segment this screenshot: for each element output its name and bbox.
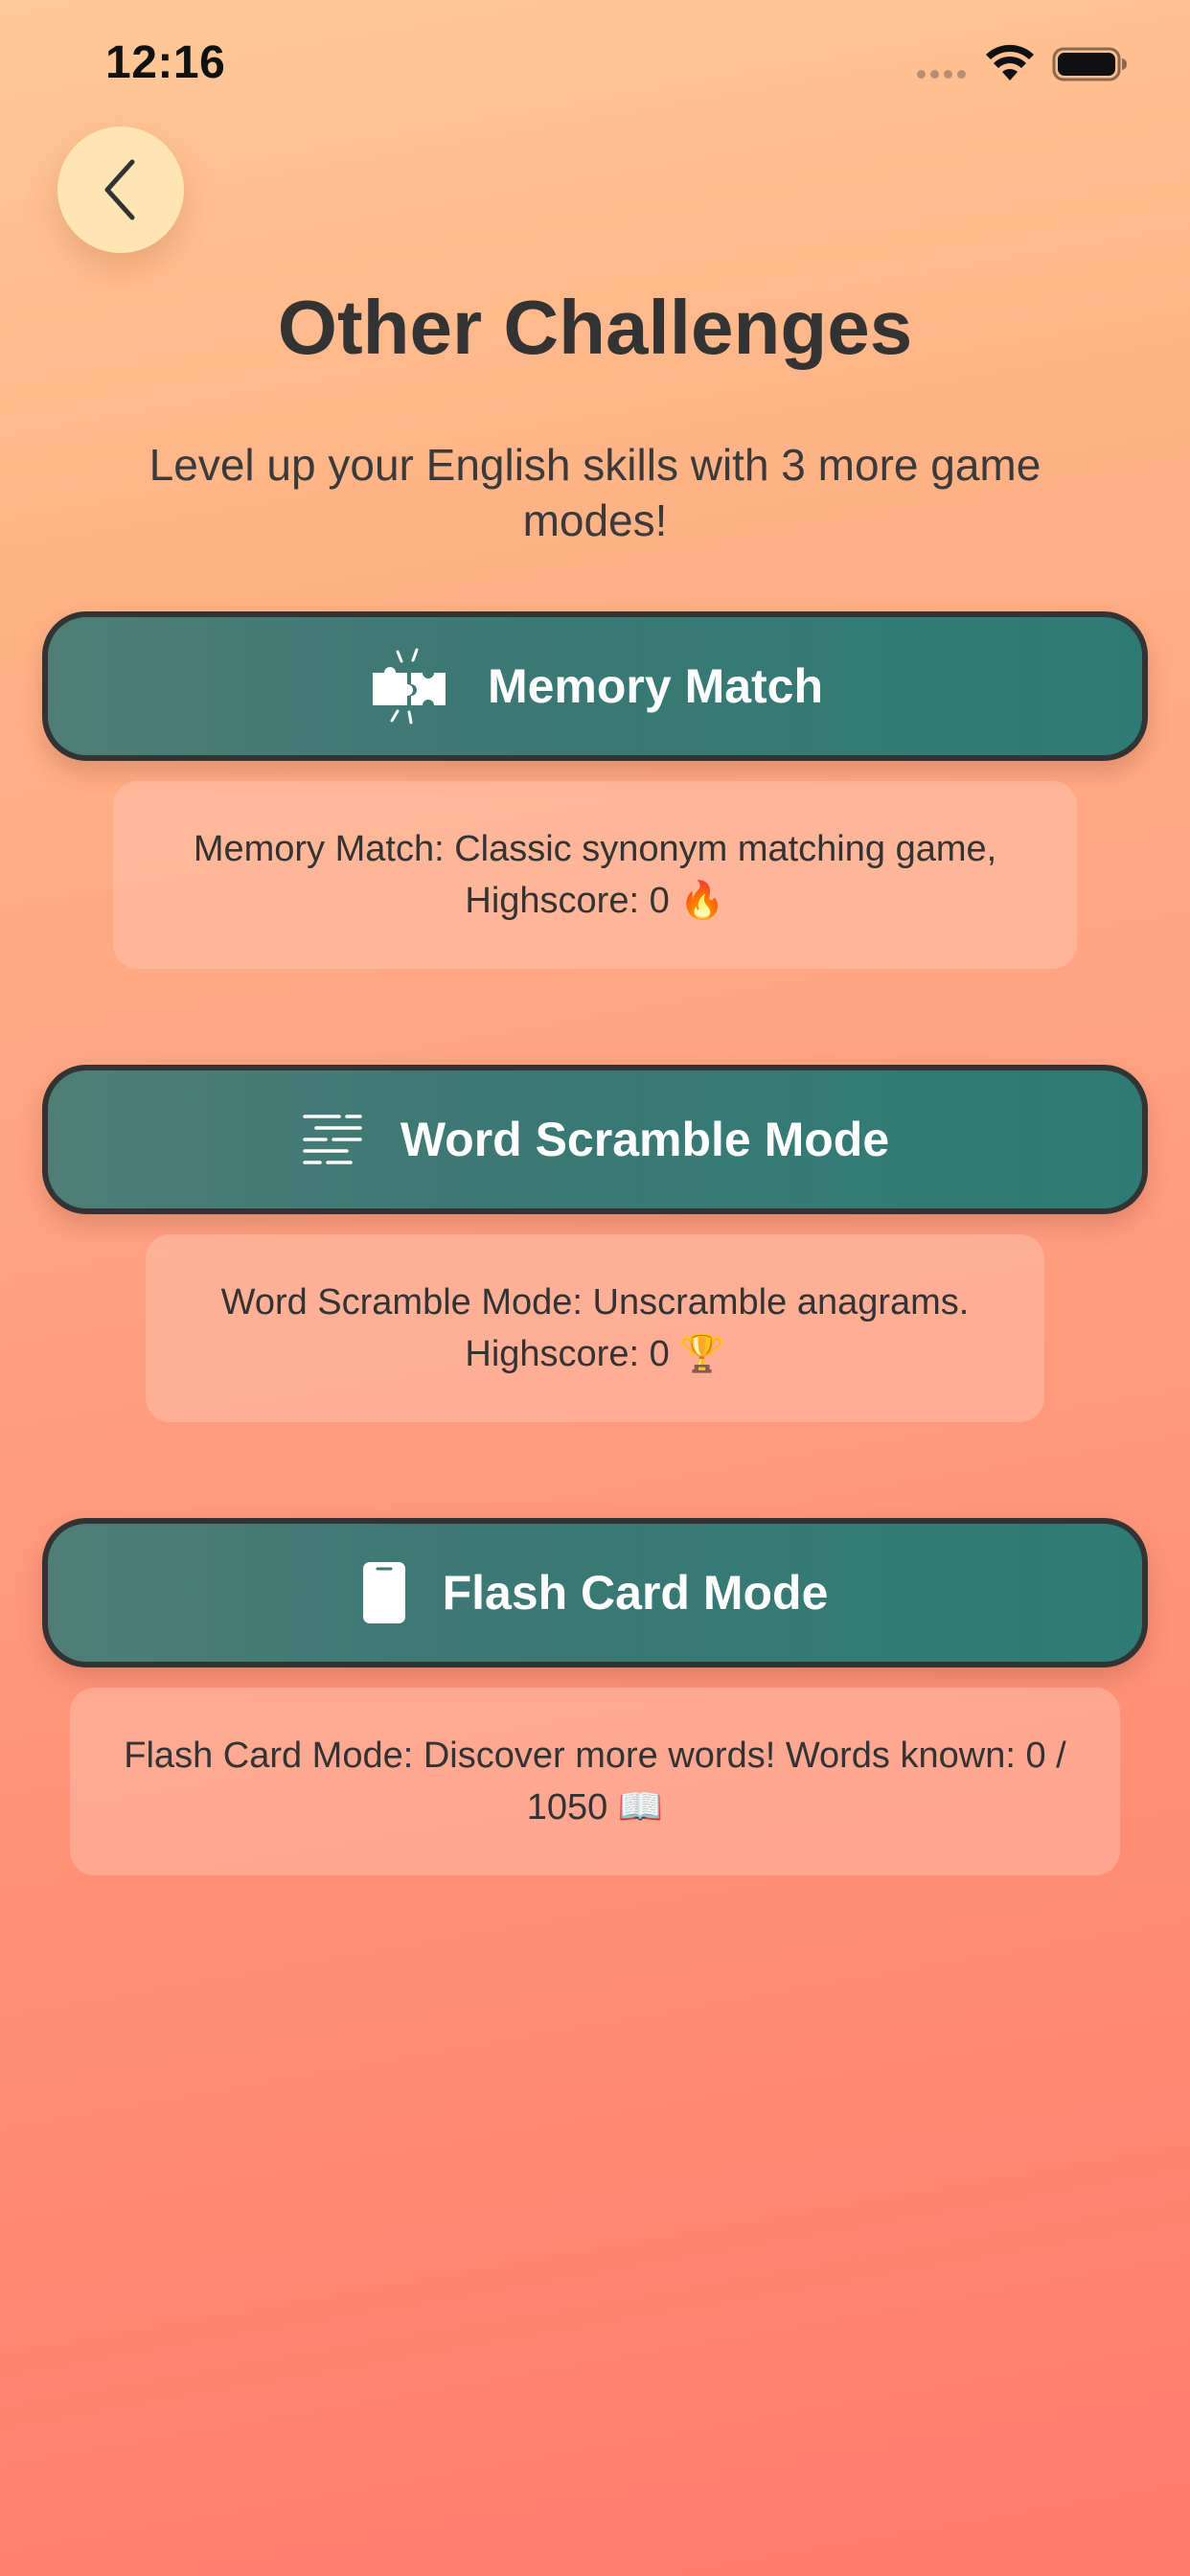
flash-card-button[interactable]: Flash Card Mode [42,1518,1148,1668]
puzzle-pieces-icon [367,648,451,724]
status-bar: 12:16 [0,0,1190,134]
cellular-signal-icon [917,70,966,79]
word-scramble-label: Word Scramble Mode [400,1113,890,1166]
flash-card-description-text: Flash Card Mode: Discover more words! Wo… [124,1736,1066,1828]
word-scramble-description-text: Word Scramble Mode: Unscramble anagrams.… [220,1282,970,1374]
memory-match-description: Memory Match: Classic synonym matching g… [113,781,1077,969]
word-scramble-button[interactable]: Word Scramble Mode [42,1065,1148,1214]
chevron-left-icon [104,159,135,220]
page-subtitle: Level up your English skills with 3 more… [149,440,1041,545]
page-title: Other Challenges [277,285,913,370]
status-time: 12:16 [105,37,226,88]
scrambled-text-lines-icon [301,1112,364,1167]
flash-card-label: Flash Card Mode [442,1566,829,1620]
memory-match-description-text: Memory Match: Classic synonym matching g… [193,829,997,921]
back-button[interactable] [57,126,184,253]
word-scramble-description: Word Scramble Mode: Unscramble anagrams.… [146,1234,1044,1422]
memory-match-label: Memory Match [487,659,824,713]
battery-icon [1052,47,1127,81]
memory-match-button[interactable]: Memory Match [42,611,1148,761]
wifi-icon [986,44,1034,80]
flash-card-description: Flash Card Mode: Discover more words! Wo… [70,1688,1120,1875]
card-icon [362,1561,406,1624]
